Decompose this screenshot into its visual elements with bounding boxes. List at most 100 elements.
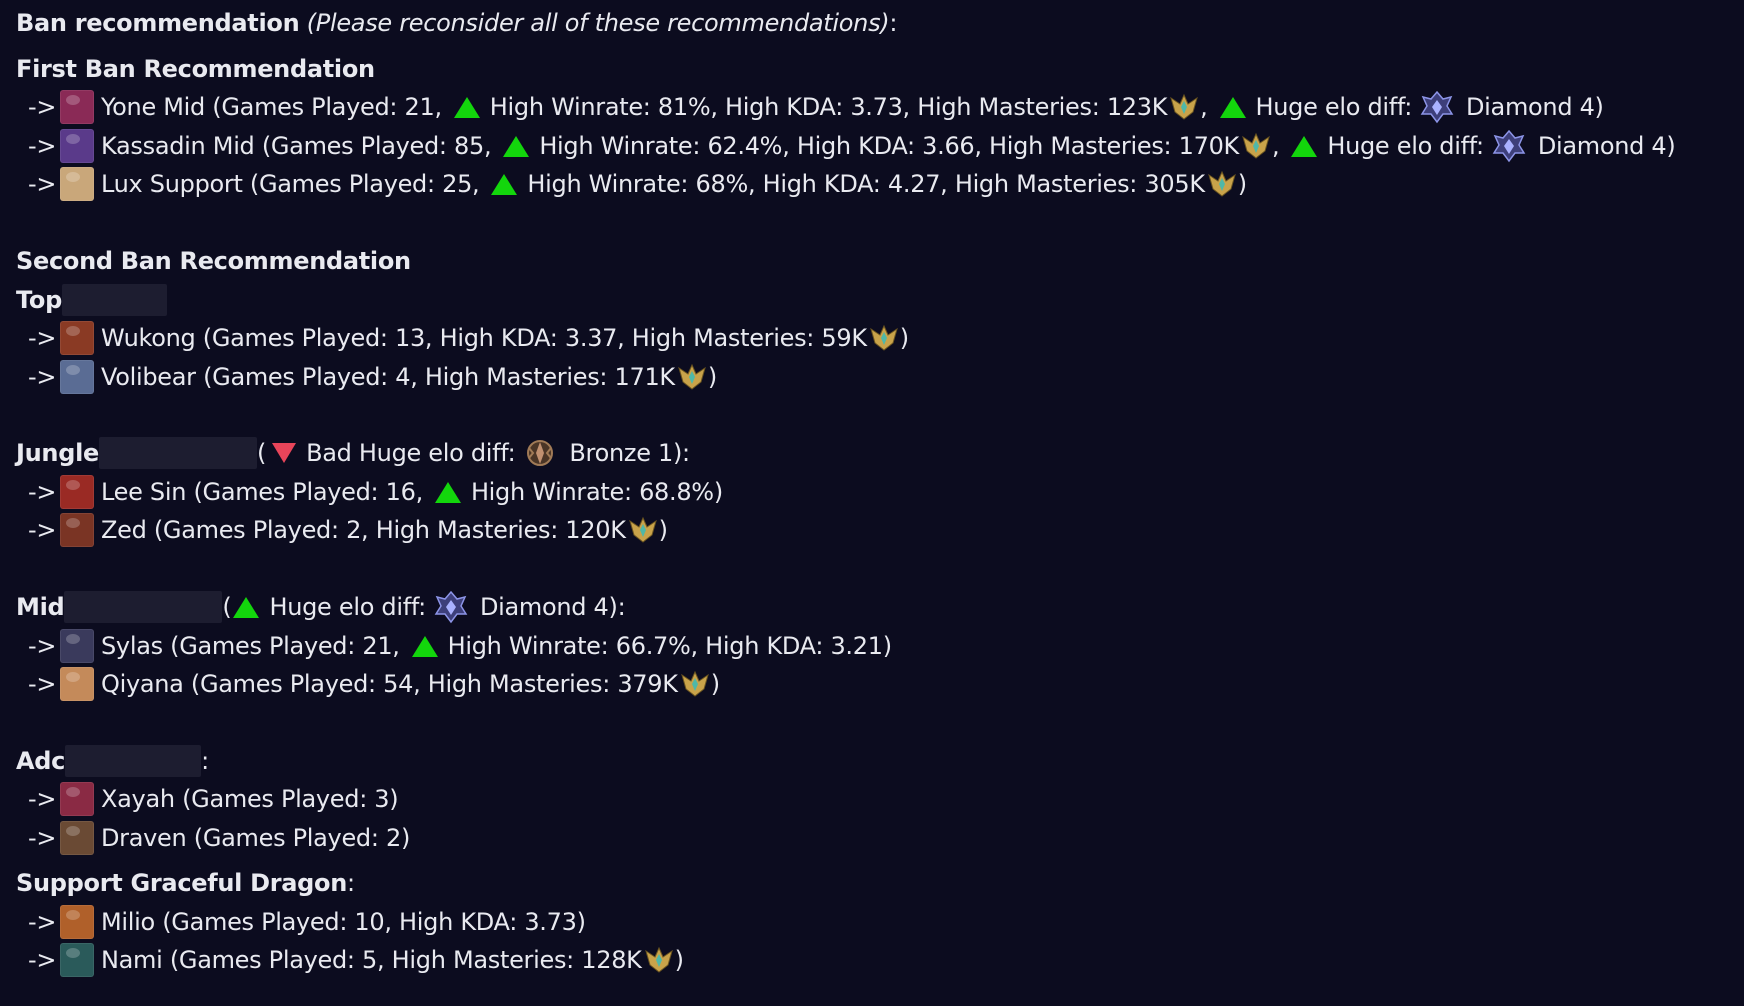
arrow: ->	[28, 785, 57, 813]
row-head: Lee Sin (Games Played: 16,	[101, 478, 423, 506]
message-content: Ban recommendation (Please reconsider al…	[0, 0, 1744, 1006]
arrow: ->	[28, 363, 57, 391]
arrow: ->	[28, 478, 57, 506]
row-end: )	[899, 324, 909, 352]
adc-heading: Adc :	[16, 742, 209, 780]
jungle-row-zed: -> Zed (Games Played: 2, High Masteries:…	[16, 511, 668, 549]
arrow: ->	[28, 632, 57, 660]
row-text: Qiyana (Games Played: 54, High Masteries…	[101, 670, 678, 698]
arrow: ->	[28, 132, 57, 160]
redacted-player-name	[61, 284, 167, 316]
champion-portrait-kassadin	[60, 129, 94, 163]
row-end: )	[710, 670, 720, 698]
row-head: Kassadin Mid (Games Played: 85,	[101, 132, 492, 160]
mastery-icon	[1168, 92, 1200, 122]
adc-row-draven: -> Draven (Games Played: 2)	[16, 819, 410, 857]
champion-portrait-yone	[60, 90, 94, 124]
up-arrow-icon	[453, 96, 480, 118]
support-heading: Support Graceful Dragon :	[16, 864, 355, 902]
champion-portrait-xayah	[60, 782, 94, 816]
top-lane-heading: Top	[16, 281, 167, 319]
row-stats: High Winrate: 81%, High KDA: 3.73, High …	[489, 93, 1168, 121]
up-arrow-icon	[233, 596, 260, 618]
champion-portrait-draven	[60, 821, 94, 855]
diamond-rank-icon	[1420, 90, 1454, 124]
top-lane-label: Top	[16, 286, 62, 314]
bad-elo-label: Bad Huge elo diff:	[306, 439, 516, 467]
row-end: )	[1237, 170, 1247, 198]
champion-portrait-volibear	[60, 360, 94, 394]
heading-colon: :	[201, 747, 209, 775]
top-row-volibear: -> Volibear (Games Played: 4, High Maste…	[16, 358, 717, 396]
row-end: )	[658, 516, 668, 544]
support-label: Support Graceful Dragon	[16, 869, 348, 897]
rank-label: Diamond 4)	[1537, 132, 1676, 160]
adc-row-xayah: -> Xayah (Games Played: 3)	[16, 780, 399, 818]
arrow: ->	[28, 946, 57, 974]
mid-heading: Mid ( Huge elo diff: Diamond 4):	[16, 588, 626, 626]
arrow: ->	[28, 516, 57, 544]
mid-row-sylas: -> Sylas (Games Played: 21, High Winrate…	[16, 627, 892, 665]
rank-label: Bronze 1):	[569, 439, 690, 467]
open-paren: (	[257, 439, 267, 467]
row-end: )	[707, 363, 717, 391]
row-stats: High Winrate: 66.7%, High KDA: 3.21)	[447, 632, 892, 660]
first-ban-row-yone: -> Yone Mid (Games Played: 21, High Winr…	[16, 88, 1604, 126]
down-arrow-icon	[272, 443, 297, 463]
header-line: Ban recommendation (Please reconsider al…	[16, 4, 897, 42]
arrow: ->	[28, 670, 57, 698]
elo-label: Huge elo diff:	[1255, 93, 1413, 121]
row-text: Xayah (Games Played: 3)	[101, 785, 399, 813]
champion-portrait-sylas	[60, 629, 94, 663]
redacted-player-name	[65, 745, 202, 777]
diamond-rank-icon	[1492, 129, 1526, 163]
row-text: Milio (Games Played: 10, High KDA: 3.73)	[101, 908, 586, 936]
arrow: ->	[28, 93, 57, 121]
header-colon: :	[889, 9, 898, 37]
rank-label: Diamond 4):	[479, 593, 626, 621]
first-ban-row-lux: -> Lux Support (Games Played: 25, High W…	[16, 165, 1247, 203]
champion-portrait-zed	[60, 513, 94, 547]
up-arrow-icon	[491, 173, 518, 195]
arrow: ->	[28, 824, 57, 852]
bronze-rank-icon	[523, 436, 557, 470]
support-row-nami: -> Nami (Games Played: 5, High Masteries…	[16, 941, 684, 979]
second-ban-heading: Second Ban Recommendation	[16, 247, 411, 275]
row-text: Wukong (Games Played: 13, High KDA: 3.37…	[101, 324, 867, 352]
arrow: ->	[28, 170, 57, 198]
up-arrow-icon	[411, 635, 438, 657]
mastery-icon	[1240, 131, 1272, 161]
jungle-heading: Jungle ( Bad Huge elo diff: Bronze 1):	[16, 434, 690, 472]
comma: ,	[1200, 93, 1208, 121]
mastery-icon	[627, 515, 659, 545]
support-row-milio: -> Milio (Games Played: 10, High KDA: 3.…	[16, 903, 586, 941]
up-arrow-icon	[434, 481, 461, 503]
row-head: Sylas (Games Played: 21,	[101, 632, 400, 660]
heading-colon: :	[347, 869, 355, 897]
up-arrow-icon	[503, 135, 530, 157]
row-head: Lux Support (Games Played: 25,	[101, 170, 480, 198]
row-stats: High Winrate: 62.4%, High KDA: 3.66, Hig…	[539, 132, 1239, 160]
champion-portrait-wukong	[60, 321, 94, 355]
redacted-player-name	[99, 437, 257, 469]
header-note: (Please reconsider all of these recommen…	[306, 9, 890, 37]
open-paren: (	[222, 593, 232, 621]
arrow: ->	[28, 908, 57, 936]
mid-label: Mid	[16, 593, 65, 621]
row-text: Volibear (Games Played: 4, High Masterie…	[101, 363, 675, 391]
adc-label: Adc	[16, 747, 66, 775]
row-end: )	[674, 946, 684, 974]
mastery-icon	[679, 669, 711, 699]
row-stats: High Winrate: 68.8%)	[470, 478, 723, 506]
top-row-wukong: -> Wukong (Games Played: 13, High KDA: 3…	[16, 319, 909, 357]
elo-label: Huge elo diff:	[269, 593, 426, 621]
row-text: Draven (Games Played: 2)	[101, 824, 411, 852]
champion-portrait-qiyana	[60, 667, 94, 701]
row-stats: High Winrate: 68%, High KDA: 4.27, High …	[527, 170, 1205, 198]
champion-portrait-lux	[60, 167, 94, 201]
mastery-icon	[643, 945, 675, 975]
champion-portrait-milio	[60, 905, 94, 939]
jungle-label: Jungle	[16, 439, 99, 467]
jungle-row-lee-sin: -> Lee Sin (Games Played: 16, High Winra…	[16, 473, 723, 511]
arrow: ->	[28, 324, 57, 352]
